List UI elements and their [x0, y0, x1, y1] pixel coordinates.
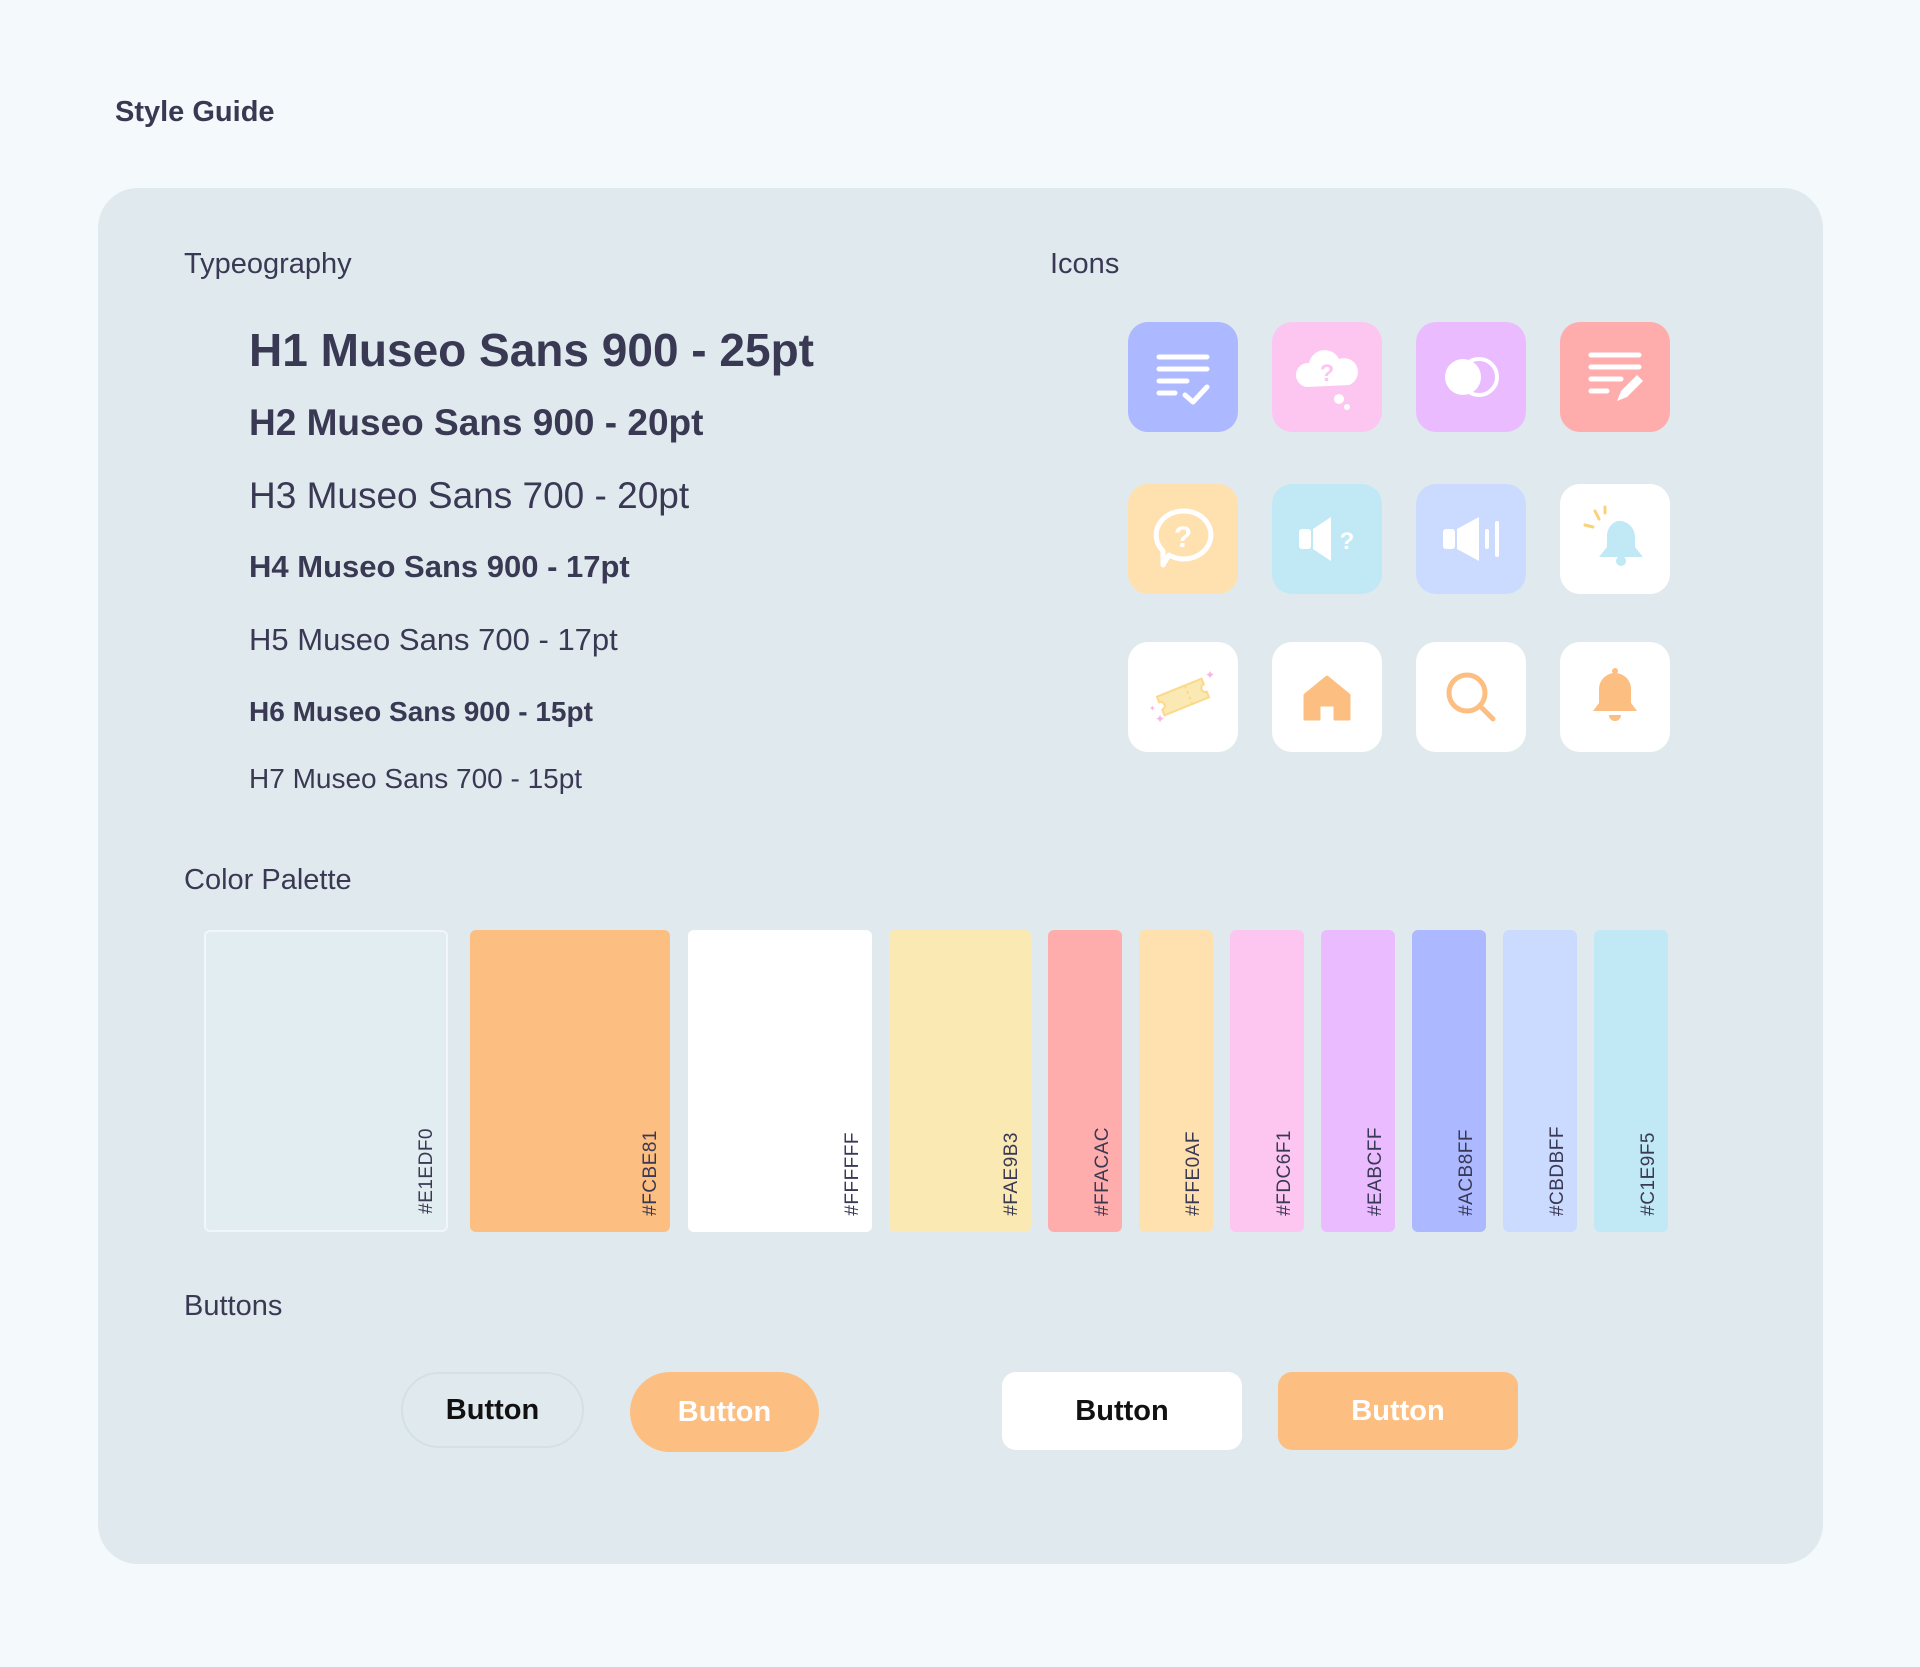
white-rect-button[interactable]: Button [1002, 1372, 1242, 1450]
orange-rect-button[interactable]: Button [1278, 1372, 1518, 1450]
icons-section-label: Icons [1050, 248, 1120, 280]
search-icon[interactable] [1416, 642, 1526, 752]
svg-text:✦: ✦ [1155, 712, 1165, 726]
speaker-volume-icon[interactable] [1416, 484, 1526, 594]
heading-sample-h4: H4 Museo Sans 900 - 17pt [249, 549, 630, 584]
color-hex-label: #EABCFF [1365, 1126, 1386, 1216]
color-hex-label: #FDC6F1 [1274, 1130, 1295, 1216]
heading-sample-h5: H5 Museo Sans 700 - 17pt [249, 622, 618, 657]
heading-sample-h6: H6 Museo Sans 900 - 15pt [249, 696, 593, 727]
typography-section-label: Typeography [184, 248, 352, 280]
color-hex-label: #FAE9B3 [1001, 1132, 1022, 1216]
style-guide-card: Typeography H1 Museo Sans 900 - 25pt H2 … [98, 188, 1823, 1564]
color-hex-label: #E1EDF0 [416, 1128, 437, 1214]
color-hex-label: #FFFFFF [842, 1132, 863, 1216]
outline-pill-button[interactable]: Button [401, 1372, 584, 1448]
ticket-sparkle-icon[interactable]: ✦ ✦ ✦ [1128, 642, 1238, 752]
color-swatch: #FDC6F1 [1230, 930, 1304, 1232]
orange-pill-button[interactable]: Button [630, 1372, 819, 1452]
speaker-question-icon[interactable]: ? [1272, 484, 1382, 594]
svg-text:?: ? [1340, 528, 1355, 555]
svg-text:?: ? [1174, 521, 1192, 554]
color-swatch: #C1E9F5 [1594, 930, 1668, 1232]
heading-sample-h3: H3 Museo Sans 700 - 20pt [249, 475, 690, 516]
thought-cloud-question-icon[interactable]: ? [1272, 322, 1382, 432]
color-swatch: #E1EDF0 [204, 930, 448, 1232]
color-swatch: #FFE0AF [1139, 930, 1213, 1232]
color-swatch: #FFACAC [1048, 930, 1122, 1232]
color-swatch: #EABCFF [1321, 930, 1395, 1232]
color-swatch: #FFFFFF [688, 930, 872, 1232]
color-swatch: #ACB8FF [1412, 930, 1486, 1232]
heading-sample-h2: H2 Museo Sans 900 - 20pt [249, 402, 704, 443]
color-swatch: #CBDBFF [1503, 930, 1577, 1232]
color-hex-label: #FFACAC [1092, 1126, 1113, 1216]
buttons-section-label: Buttons [184, 1290, 283, 1322]
color-hex-label: #FCBE81 [640, 1130, 661, 1216]
svg-text:?: ? [1320, 360, 1335, 387]
heading-sample-h1: H1 Museo Sans 900 - 25pt [249, 324, 814, 376]
color-hex-label: #CBDBFF [1547, 1125, 1568, 1216]
svg-text:✦: ✦ [1205, 668, 1215, 682]
heading-sample-h7: H7 Museo Sans 700 - 15pt [249, 763, 583, 794]
color-hex-label: #FFE0AF [1183, 1131, 1204, 1216]
color-swatch: #FAE9B3 [889, 930, 1031, 1232]
color-swatch: #FCBE81 [470, 930, 670, 1232]
svg-text:✦: ✦ [1149, 704, 1156, 713]
overlapping-circles-icon[interactable] [1416, 322, 1526, 432]
note-edit-icon[interactable] [1560, 322, 1670, 432]
home-icon[interactable] [1272, 642, 1382, 752]
color-hex-label: #C1E9F5 [1638, 1132, 1659, 1216]
palette-section-label: Color Palette [184, 864, 352, 896]
task-list-check-icon[interactable] [1128, 322, 1238, 432]
speech-bubble-question-icon[interactable]: ? [1128, 484, 1238, 594]
page-title: Style Guide [115, 96, 275, 128]
bell-ringing-icon[interactable] [1560, 484, 1670, 594]
color-hex-label: #ACB8FF [1456, 1129, 1477, 1216]
bell-icon[interactable] [1560, 642, 1670, 752]
